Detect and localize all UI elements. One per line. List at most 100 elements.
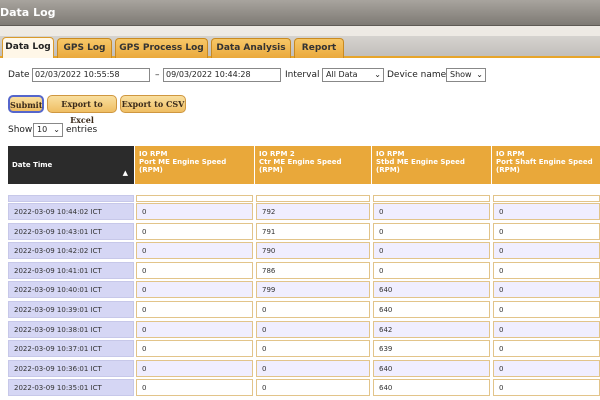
device-name-value: Show	[450, 70, 472, 79]
table-cell-datetime: 2022-03-09 10:39:01 ICT	[8, 301, 134, 318]
table-cell-value: 792	[256, 203, 370, 220]
table-cell	[373, 195, 490, 202]
table-cell-value: 0	[493, 281, 600, 299]
submit-button[interactable]: Submit	[8, 95, 44, 113]
header-date-time-label: Date Time	[12, 161, 53, 169]
table-row[interactable]: 2022-03-09 10:41:01 ICT 0 786 0 0	[8, 261, 600, 280]
header-subtitle: Stbd ME Engine Speed	[376, 158, 465, 166]
chevron-down-icon: ⌄	[374, 70, 381, 79]
export-csv-button[interactable]: Export to CSV	[120, 95, 186, 113]
show-label: Show	[8, 125, 33, 135]
table-cell-value: 0	[256, 320, 370, 338]
table-cell-value: 790	[256, 242, 370, 260]
table-row[interactable]: 2022-03-09 10:40:01 ICT 0 799 640 0	[8, 280, 600, 299]
tab-report[interactable]: Report	[294, 38, 344, 58]
table-cell-value: 0	[136, 320, 253, 338]
header-title: IO RPM	[139, 150, 168, 158]
table-cell-value: 786	[256, 261, 370, 279]
header-subtitle: Port Shaft Engine Speed	[496, 158, 593, 166]
table-cell-datetime: 2022-03-09 10:37:01 ICT	[8, 340, 134, 358]
header-date-time[interactable]: Date Time ▲	[8, 146, 134, 184]
table-cell-datetime: 2022-03-09 10:43:01 ICT	[8, 222, 134, 240]
tab-data-log[interactable]: Data Log	[2, 37, 54, 58]
interval-select[interactable]: All Data ⌄	[322, 68, 384, 82]
header-title: IO RPM	[496, 150, 525, 158]
table-cell-value: 0	[493, 301, 600, 318]
table-cell-value: 0	[493, 203, 600, 220]
window-title: Data Log	[0, 6, 56, 19]
table-cell-value: 0	[256, 301, 370, 318]
date-separator: –	[155, 70, 160, 80]
table-cell-datetime: 2022-03-09 10:35:01 ICT	[8, 379, 134, 397]
table-cell-value: 0	[256, 359, 370, 377]
date-to-input[interactable]: 09/03/2022 10:44:28	[163, 68, 281, 82]
table-cell-value: 640	[373, 379, 490, 397]
entries-count-value: 10	[37, 125, 48, 134]
table-cell-datetime: 2022-03-09 10:42:02 ICT	[8, 242, 134, 260]
table-cell-value: 0	[493, 320, 600, 338]
date-from-input[interactable]: 02/03/2022 10:55:58	[32, 68, 150, 82]
table-row[interactable]: 2022-03-09 10:43:01 ICT 0 791 0 0	[8, 222, 600, 241]
table-cell-value: 0	[493, 359, 600, 377]
table-cell-value: 0	[136, 242, 253, 260]
table-cell-value: 791	[256, 222, 370, 240]
table-cell-datetime: 2022-03-09 10:38:01 ICT	[8, 320, 134, 338]
device-name-label: Device name	[387, 70, 447, 80]
table-cell-value: 0	[373, 203, 490, 220]
tab-gps-process-log[interactable]: GPS Process Log	[115, 38, 208, 58]
table-cell-datetime: 2022-03-09 10:44:02 ICT	[8, 203, 134, 220]
table-cell-value: 642	[373, 320, 490, 338]
entries-suffix: entries	[66, 125, 98, 135]
table-cell-value: 0	[256, 379, 370, 397]
table-cell-value: 0	[493, 340, 600, 358]
header-io-rpm-stbd-me[interactable]: IO RPM Stbd ME Engine Speed (RPM)	[371, 146, 491, 184]
header-io-rpm-port-me[interactable]: IO RPM Port ME Engine Speed (RPM)	[134, 146, 254, 184]
table-row[interactable]: 2022-03-09 10:39:01 ICT 0 0 640 0	[8, 300, 600, 319]
chevron-down-icon: ⌄	[53, 125, 60, 134]
date-label: Date	[8, 70, 30, 80]
header-io-rpm2-ctr-me[interactable]: IO RPM 2 Ctr ME Engine Speed (RPM)	[254, 146, 371, 184]
window-titlebar: Data Log	[0, 0, 600, 26]
table-cell	[493, 195, 600, 202]
entries-count-select[interactable]: 10 ⌄	[33, 123, 63, 137]
table-cell-value: 0	[136, 222, 253, 240]
table-cell-datetime: 2022-03-09 10:36:01 ICT	[8, 359, 134, 377]
table-cell-value: 639	[373, 340, 490, 358]
tab-bar: Data Log GPS Log GPS Process Log Data An…	[0, 36, 600, 58]
table-cell-value: 799	[256, 281, 370, 299]
table-row[interactable]: 2022-03-09 10:35:01 ICT 0 0 640 0	[8, 378, 600, 397]
chevron-down-icon: ⌄	[476, 70, 483, 79]
header-unit: (RPM)	[259, 166, 283, 174]
header-unit: (RPM)	[139, 166, 163, 174]
device-name-select[interactable]: Show ⌄	[446, 68, 486, 82]
table-cell-value: 0	[493, 261, 600, 279]
header-unit: (RPM)	[496, 166, 520, 174]
table-cell-datetime: 2022-03-09 10:41:01 ICT	[8, 261, 134, 279]
interval-label: Interval	[285, 70, 320, 80]
table-row[interactable]: 2022-03-09 10:38:01 ICT 0 0 642 0	[8, 320, 600, 339]
table-cell-value: 0	[136, 379, 253, 397]
tab-gps-log[interactable]: GPS Log	[57, 38, 112, 58]
header-subtitle: Port ME Engine Speed	[139, 158, 227, 166]
header-band	[0, 26, 600, 36]
table-row[interactable]: 2022-03-09 10:36:01 ICT 0 0 640 0	[8, 359, 600, 378]
table-cell-value: 0	[136, 261, 253, 279]
table-cell-value: 0	[136, 340, 253, 358]
header-unit: (RPM)	[376, 166, 400, 174]
table-cell-value: 0	[373, 222, 490, 240]
tab-data-analysis[interactable]: Data Analysis	[211, 38, 291, 58]
header-io-rpm-port-shaft[interactable]: IO RPM Port Shaft Engine Speed (RPM)	[491, 146, 600, 184]
table-cell-value: 0	[136, 359, 253, 377]
table-row[interactable]: 2022-03-09 10:44:02 ICT 0 792 0 0	[8, 202, 600, 221]
table-cell-value: 640	[373, 281, 490, 299]
table-cell-value: 0	[493, 222, 600, 240]
table-cell-value: 640	[373, 301, 490, 318]
table-cell-value: 640	[373, 359, 490, 377]
table-row[interactable]: 2022-03-09 10:42:02 ICT 0 790 0 0	[8, 241, 600, 260]
table-cell-value: 0	[373, 261, 490, 279]
export-excel-button[interactable]: Export to Excel	[47, 95, 117, 125]
table-spacer-row	[8, 184, 600, 202]
table-cell-value: 0	[493, 379, 600, 397]
table-cell	[8, 195, 134, 202]
table-row[interactable]: 2022-03-09 10:37:01 ICT 0 0 639 0	[8, 339, 600, 358]
